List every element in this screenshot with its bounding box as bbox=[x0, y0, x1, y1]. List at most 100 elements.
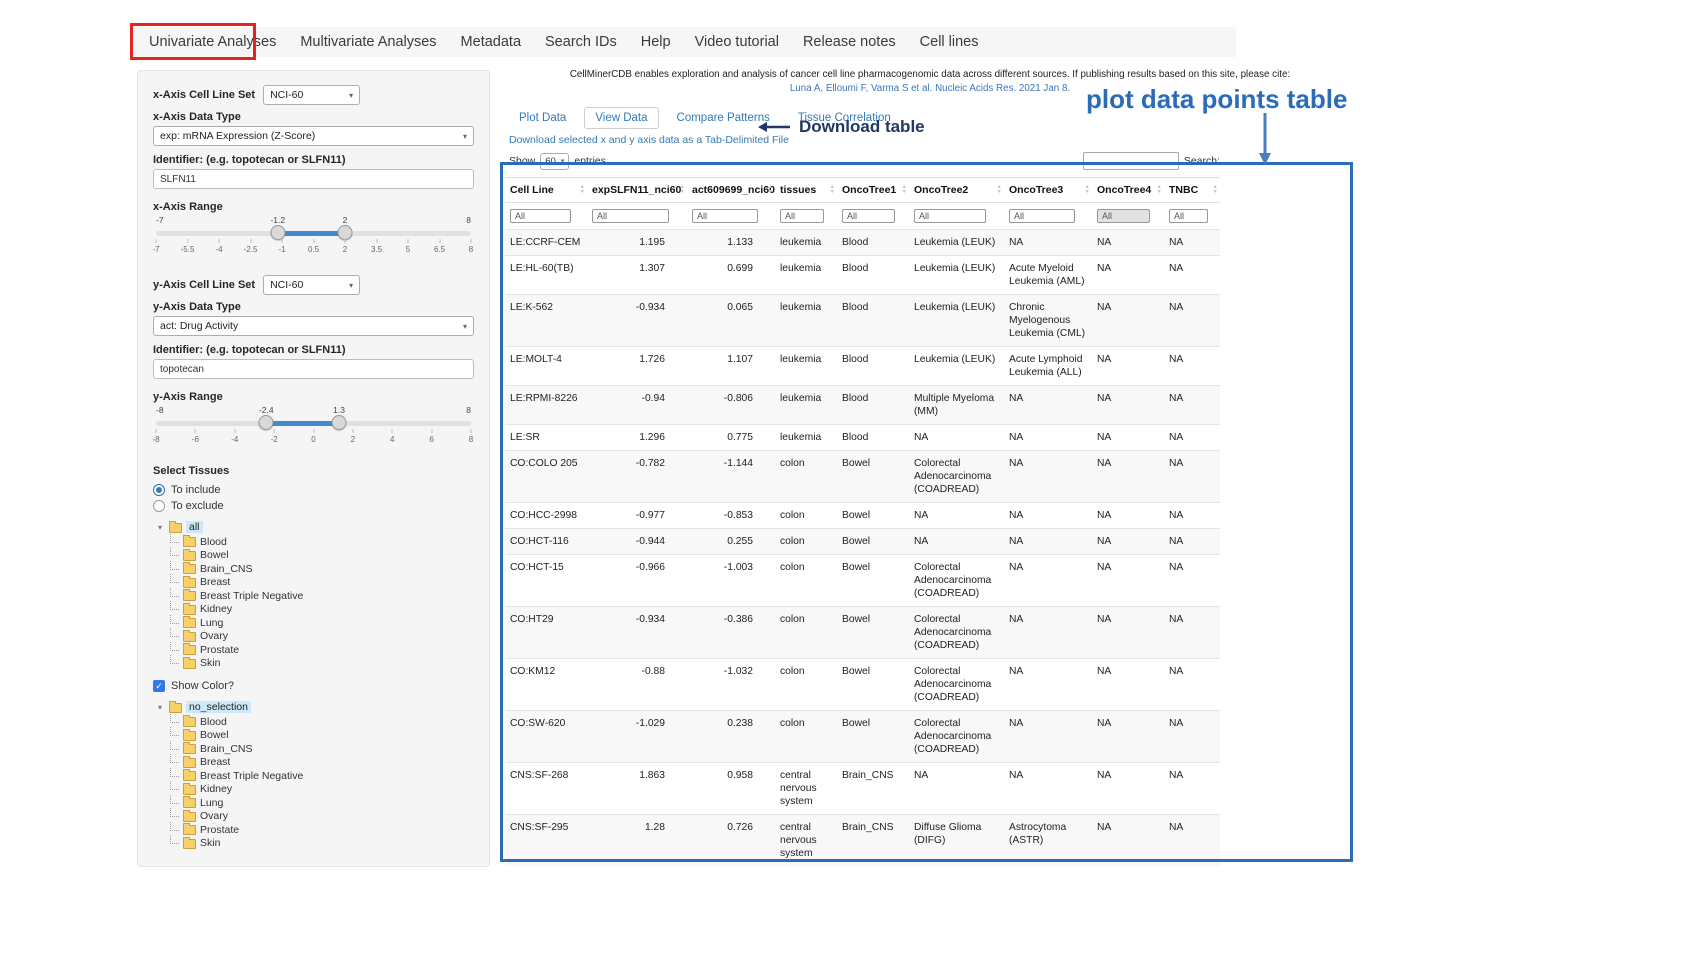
cell-oncotree4: NA bbox=[1092, 503, 1164, 529]
tab-plot-data[interactable]: Plot Data bbox=[509, 108, 576, 128]
column-header-oncotree3[interactable]: OncoTree3▲▼ bbox=[1004, 178, 1092, 203]
x-axis-data-type-select[interactable]: exp: mRNA Expression (Z-Score) ▾ bbox=[153, 126, 474, 146]
table-row-le-molt-4[interactable]: LE:MOLT-41.7261.107leukemiaBloodLeukemia… bbox=[505, 347, 1220, 386]
tree-node-skin[interactable]: Skin bbox=[170, 657, 474, 671]
tree-node-ovary[interactable]: Ovary bbox=[170, 810, 474, 824]
sort-icon[interactable]: ▲▼ bbox=[997, 185, 1002, 194]
slider-handle-low[interactable] bbox=[259, 415, 274, 430]
y-identifier-input[interactable] bbox=[153, 359, 474, 379]
tree-node-breast-triple-negative[interactable]: Breast Triple Negative bbox=[170, 769, 474, 783]
table-row-cns-sf-268[interactable]: CNS:SF-2681.8630.958central nervous syst… bbox=[505, 763, 1220, 815]
tree-connector bbox=[170, 561, 179, 570]
nav-item-search-ids[interactable]: Search IDs bbox=[533, 34, 629, 50]
sort-icon[interactable]: ▲▼ bbox=[580, 185, 585, 194]
table-row-le-sr[interactable]: LE:SR1.2960.775leukemiaBloodNANANANA bbox=[505, 425, 1220, 451]
table-row-co-hct-15[interactable]: CO:HCT-15-0.966-1.003colonBowelColorecta… bbox=[505, 555, 1220, 607]
cell-cell-line: CO:SW-620 bbox=[505, 711, 587, 763]
nav-item-metadata[interactable]: Metadata bbox=[449, 34, 533, 50]
x-axis-range-slider[interactable]: -7 8 -1.2 2 -7-5.5-4-2.5-10.523.556.58 bbox=[156, 215, 471, 261]
table-row-co-colo-205[interactable]: CO:COLO 205-0.782-1.144colonBowelColorec… bbox=[505, 451, 1220, 503]
tree-node-kidney[interactable]: Kidney bbox=[170, 603, 474, 617]
tree-node-breast-triple-negative[interactable]: Breast Triple Negative bbox=[170, 589, 474, 603]
tree-node-bowel[interactable]: Bowel bbox=[170, 549, 474, 563]
filter-cell-line[interactable]: All bbox=[510, 209, 571, 223]
tree-node-lung[interactable]: Lung bbox=[170, 796, 474, 810]
tree-node-all[interactable]: ▾all bbox=[155, 519, 474, 535]
tree-node-ovary[interactable]: Ovary bbox=[170, 630, 474, 644]
radio-to-include[interactable]: To include bbox=[153, 482, 474, 498]
tissue-include-tree: ▾allBloodBowelBrain_CNSBreastBreast Trip… bbox=[155, 519, 474, 670]
show-color-checkbox[interactable]: ✓ Show Color? bbox=[153, 678, 474, 694]
chevron-down-icon: ▾ bbox=[463, 322, 467, 331]
nav-item-video-tutorial[interactable]: Video tutorial bbox=[683, 34, 791, 50]
sort-icon[interactable]: ▲▼ bbox=[680, 185, 685, 194]
table-row-co-sw-620[interactable]: CO:SW-620-1.0290.238colonBowelColorectal… bbox=[505, 711, 1220, 763]
column-header-oncotree4[interactable]: OncoTree4▲▼ bbox=[1092, 178, 1164, 203]
column-header-expslfn11-nci60[interactable]: expSLFN11_nci60▲▼ bbox=[587, 178, 687, 203]
tree-connector bbox=[170, 642, 179, 651]
y-axis-range-slider[interactable]: -8 8 -2.4 1.3 -8-6-4-202468 bbox=[156, 405, 471, 451]
nav-item-univariate-analyses[interactable]: Univariate Analyses bbox=[137, 34, 288, 50]
page-length-select[interactable]: 60 ▾ bbox=[540, 153, 569, 170]
table-row-co-km12[interactable]: CO:KM12-0.88-1.032colonBowelColorectal A… bbox=[505, 659, 1220, 711]
tree-node-lung[interactable]: Lung bbox=[170, 616, 474, 630]
table-row-co-ht29[interactable]: CO:HT29-0.934-0.386colonBowelColorectal … bbox=[505, 607, 1220, 659]
table-row-co-hcc-2998[interactable]: CO:HCC-2998-0.977-0.853colonBowelNANANAN… bbox=[505, 503, 1220, 529]
table-row-le-rpmi-8226[interactable]: LE:RPMI-8226-0.94-0.806leukemiaBloodMult… bbox=[505, 386, 1220, 425]
filter-tissues[interactable]: All bbox=[780, 209, 824, 223]
filter-oncotree1[interactable]: All bbox=[842, 209, 895, 223]
folder-icon bbox=[183, 798, 196, 808]
nav-item-help[interactable]: Help bbox=[629, 34, 683, 50]
sort-icon[interactable]: ▲▼ bbox=[1213, 185, 1218, 194]
x-identifier-input[interactable] bbox=[153, 169, 474, 189]
nav-item-cell-lines[interactable]: Cell lines bbox=[908, 34, 991, 50]
tree-node-brain-cns[interactable]: Brain_CNS bbox=[170, 562, 474, 576]
table-row-le-ccrf-cem[interactable]: LE:CCRF-CEM1.1951.133leukemiaBloodLeukem… bbox=[505, 230, 1220, 256]
y-axis-cell-line-set-select[interactable]: NCI-60 ▾ bbox=[263, 275, 360, 295]
slider-handle-high[interactable] bbox=[338, 225, 353, 240]
radio-to-exclude[interactable]: To exclude bbox=[153, 498, 474, 514]
tree-node-blood[interactable]: Blood bbox=[170, 715, 474, 729]
tab-view-data[interactable]: View Data bbox=[584, 107, 658, 129]
tree-node-prostate[interactable]: Prostate bbox=[170, 643, 474, 657]
filter-oncotree2[interactable]: All bbox=[914, 209, 986, 223]
tree-node-breast[interactable]: Breast bbox=[170, 756, 474, 770]
tree-node-no-selection[interactable]: ▾no_selection bbox=[155, 699, 474, 715]
tree-node-blood[interactable]: Blood bbox=[170, 535, 474, 549]
sort-icon[interactable]: ▲▼ bbox=[1085, 185, 1090, 194]
search-input[interactable] bbox=[1083, 152, 1179, 170]
y-axis-data-type-select[interactable]: act: Drug Activity ▾ bbox=[153, 316, 474, 336]
sort-icon[interactable]: ▲▼ bbox=[768, 185, 773, 194]
column-header-oncotree1[interactable]: OncoTree1▲▼ bbox=[837, 178, 909, 203]
tree-node-breast[interactable]: Breast bbox=[170, 576, 474, 590]
tree-node-brain-cns[interactable]: Brain_CNS bbox=[170, 742, 474, 756]
column-header-tnbc[interactable]: TNBC▲▼ bbox=[1164, 178, 1220, 203]
tree-node-kidney[interactable]: Kidney bbox=[170, 783, 474, 797]
column-header-cell-line[interactable]: Cell Line▲▼ bbox=[505, 178, 587, 203]
table-row-le-k-562[interactable]: LE:K-562-0.9340.065leukemiaBloodLeukemia… bbox=[505, 295, 1220, 347]
tree-node-bowel[interactable]: Bowel bbox=[170, 729, 474, 743]
tree-node-prostate[interactable]: Prostate bbox=[170, 823, 474, 837]
tree-node-skin[interactable]: Skin bbox=[170, 837, 474, 851]
nav-item-multivariate-analyses[interactable]: Multivariate Analyses bbox=[288, 34, 448, 50]
nav-item-release-notes[interactable]: Release notes bbox=[791, 34, 908, 50]
slider-handle-low[interactable] bbox=[270, 225, 285, 240]
table-row-le-hl-60-tb[interactable]: LE:HL-60(TB)1.3070.699leukemiaBloodLeuke… bbox=[505, 256, 1220, 295]
filter-tnbc[interactable]: All bbox=[1169, 209, 1208, 223]
table-row-co-hct-116[interactable]: CO:HCT-116-0.9440.255colonBowelNANANANA bbox=[505, 529, 1220, 555]
filter-oncotree3[interactable]: All bbox=[1009, 209, 1075, 223]
sort-icon[interactable]: ▲▼ bbox=[830, 185, 835, 194]
slider-handle-high[interactable] bbox=[332, 415, 347, 430]
filter-act609699-nci60[interactable]: All bbox=[692, 209, 758, 223]
filter-expslfn11-nci60[interactable]: All bbox=[592, 209, 669, 223]
column-header-tissues[interactable]: tissues▲▼ bbox=[775, 178, 837, 203]
sort-icon[interactable]: ▲▼ bbox=[1157, 185, 1162, 194]
column-header-act609699-nci60[interactable]: act609699_nci60▲▼ bbox=[687, 178, 775, 203]
filter-oncotree4[interactable]: All bbox=[1097, 209, 1150, 223]
folder-icon bbox=[183, 659, 196, 669]
column-header-oncotree2[interactable]: OncoTree2▲▼ bbox=[909, 178, 1004, 203]
x-axis-cell-line-set-select[interactable]: NCI-60 ▾ bbox=[263, 85, 360, 105]
table-row-cns-sf-295[interactable]: CNS:SF-2951.280.726central nervous syste… bbox=[505, 815, 1220, 867]
download-link[interactable]: Download selected x and y axis data as a… bbox=[509, 134, 789, 146]
sort-icon[interactable]: ▲▼ bbox=[902, 185, 907, 194]
